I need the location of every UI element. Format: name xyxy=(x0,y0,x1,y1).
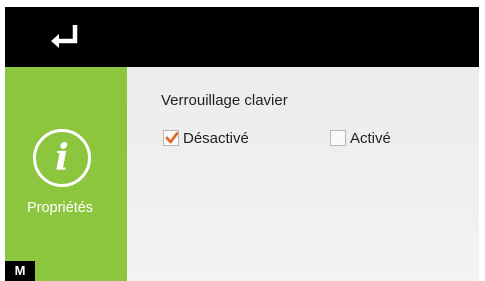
setting-title: Verrouillage clavier xyxy=(161,92,288,109)
mode-badge: M xyxy=(5,261,35,281)
app-screen: i Propriétés M Verrouillage clavier Désa… xyxy=(5,7,479,281)
back-button[interactable] xyxy=(45,23,89,53)
checkbox-checked[interactable] xyxy=(163,130,179,146)
top-bar xyxy=(5,7,479,67)
sidebar-item-label: Propriétés xyxy=(26,200,94,216)
settings-panel: Verrouillage clavier Désactivé Activé xyxy=(127,67,479,281)
option-active[interactable]: Activé xyxy=(330,128,391,148)
info-icon: i xyxy=(33,129,91,187)
checkmark-icon xyxy=(165,132,179,144)
sidebar-item-properties[interactable]: i Propriétés M xyxy=(5,67,127,281)
return-arrow-icon xyxy=(51,25,78,48)
option-label: Activé xyxy=(350,129,391,147)
option-label: Désactivé xyxy=(183,129,249,147)
option-desactive[interactable]: Désactivé xyxy=(163,128,249,148)
checkbox-unchecked[interactable] xyxy=(330,130,346,146)
